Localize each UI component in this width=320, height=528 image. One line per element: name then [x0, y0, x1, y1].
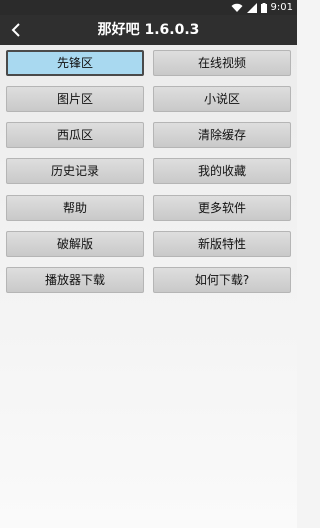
clear-cache-button[interactable]: 清除缓存 [153, 122, 291, 148]
toolbar: 那好吧 1.6.0.3 [0, 15, 297, 45]
how-to-download-button[interactable]: 如何下载? [153, 267, 291, 293]
xigua-button[interactable]: 西瓜区 [6, 122, 144, 148]
help-button[interactable]: 帮助 [6, 195, 144, 221]
battery-icon [260, 2, 267, 13]
wifi-icon [231, 3, 243, 12]
status-time: 9:01 [270, 2, 293, 13]
chevron-left-icon [11, 23, 20, 37]
pioneer-button[interactable]: 先锋区 [6, 50, 144, 76]
online-video-button[interactable]: 在线视频 [153, 50, 291, 76]
player-download-button[interactable]: 播放器下载 [6, 267, 144, 293]
status-bar: 9:01 [0, 0, 297, 15]
signal-icon [246, 2, 257, 13]
page-title: 那好吧 1.6.0.3 [97, 22, 200, 38]
new-features-button[interactable]: 新版特性 [153, 231, 291, 257]
menu-grid: 先锋区 在线视频 图片区 小说区 西瓜区 清除缓存 历史记录 我的收藏 帮助 更… [0, 45, 297, 528]
status-icons: 9:01 [231, 1, 293, 14]
crack-button[interactable]: 破解版 [6, 231, 144, 257]
novels-button[interactable]: 小说区 [153, 86, 291, 112]
more-software-button[interactable]: 更多软件 [153, 195, 291, 221]
images-button[interactable]: 图片区 [6, 86, 144, 112]
favorites-button[interactable]: 我的收藏 [153, 158, 291, 184]
history-button[interactable]: 历史记录 [6, 158, 144, 184]
back-button[interactable] [6, 19, 26, 41]
